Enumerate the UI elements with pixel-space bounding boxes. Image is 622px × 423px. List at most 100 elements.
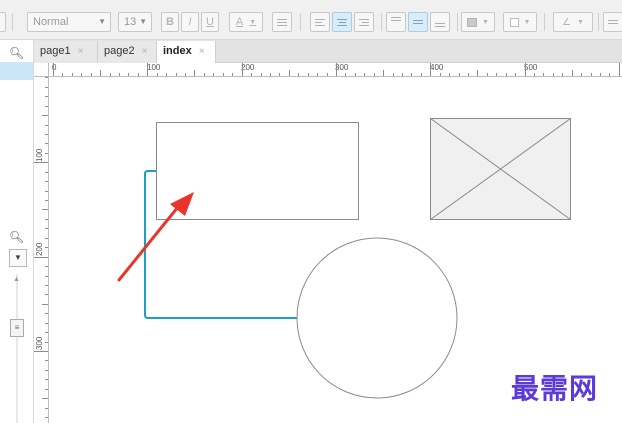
horizontal-ruler[interactable]: 0 100 200 300 400 500 xyxy=(34,63,622,77)
ruler-tick xyxy=(45,294,48,296)
ruler-tick xyxy=(232,73,234,76)
ruler-tick xyxy=(45,181,48,183)
font-color-button[interactable]: A ▼ xyxy=(229,12,263,32)
align-center-button[interactable] xyxy=(332,12,352,32)
ruler-tick xyxy=(119,73,120,76)
ruler-tick xyxy=(45,407,48,409)
search-icon[interactable]: 🔍︎ xyxy=(9,46,24,60)
bullet-list-button[interactable] xyxy=(272,12,292,32)
arrow-shaft xyxy=(117,200,184,282)
shadow-icon xyxy=(509,17,519,27)
tab-index[interactable]: index × xyxy=(156,41,216,64)
align-right-icon xyxy=(355,13,373,31)
ruler-tick xyxy=(317,73,318,76)
ruler-tick xyxy=(45,190,48,192)
valign-top-button[interactable] xyxy=(386,12,406,32)
ruler-tick xyxy=(137,73,139,76)
ruler-label: 200 xyxy=(241,63,255,72)
ruler-tick xyxy=(496,73,498,76)
underline-icon: U xyxy=(206,16,214,28)
ruler-tick xyxy=(345,73,347,76)
toolbar-leftmost-dropdown[interactable]: ▼ xyxy=(0,12,6,32)
bold-button[interactable]: B xyxy=(161,12,179,32)
toolbar-separator xyxy=(544,13,545,31)
ruler-tick xyxy=(45,218,48,220)
valign-bottom-button[interactable] xyxy=(430,12,450,32)
ruler-tick xyxy=(486,73,488,76)
vertical-ruler[interactable]: 100 200 300 xyxy=(34,77,49,423)
ruler-tick xyxy=(288,70,290,76)
chevron-down-icon: ▼ xyxy=(577,18,584,26)
zoom-slider-track[interactable] xyxy=(16,274,18,423)
ruler-tick xyxy=(45,360,48,362)
image-placeholder-shape[interactable] xyxy=(430,118,571,220)
ruler-tick xyxy=(392,73,394,76)
close-icon[interactable]: × xyxy=(142,46,148,57)
valign-middle-button[interactable] xyxy=(408,12,428,32)
italic-button[interactable]: I xyxy=(181,12,199,32)
font-style-select[interactable]: Normal ▼ xyxy=(27,12,111,32)
search-icon[interactable]: 🔍︎ xyxy=(9,230,24,244)
ruler-tick xyxy=(411,73,413,76)
shadow-button[interactable]: ▼ xyxy=(503,12,537,32)
ruler-tick xyxy=(45,379,48,381)
ruler-tick xyxy=(45,416,48,418)
bold-icon: B xyxy=(166,16,174,28)
panel-dropdown-button[interactable]: ▼ xyxy=(9,249,27,267)
ruler-tick xyxy=(571,70,573,76)
close-icon[interactable]: × xyxy=(199,46,205,57)
font-size-value: 13 xyxy=(124,16,137,28)
underline-button[interactable]: U xyxy=(201,12,219,32)
ruler-tick xyxy=(42,303,48,305)
ruler-label: 200 xyxy=(35,242,44,256)
align-left-button[interactable] xyxy=(310,12,330,32)
ruler-tick xyxy=(599,73,601,76)
fill-color-button[interactable]: ▼ xyxy=(461,12,495,32)
selected-panel-item[interactable] xyxy=(0,62,33,80)
zoom-slider-handle[interactable]: ≡ xyxy=(10,319,24,337)
tab-label: page2 xyxy=(104,45,135,57)
circle-shape[interactable] xyxy=(296,237,458,399)
watermark-logo: 最需网 xyxy=(511,372,599,405)
ruler-tick xyxy=(45,341,48,343)
align-center-icon xyxy=(333,13,351,31)
font-size-select[interactable]: 13 ▼ xyxy=(118,12,152,32)
ruler-tick xyxy=(45,124,48,126)
line-color-button[interactable]: ∠ ▼ xyxy=(553,12,593,32)
left-panel: 🔍︎ 🔍︎ ▼ ▲ ≡ xyxy=(0,40,34,423)
tab-page1[interactable]: page1 × xyxy=(34,41,98,63)
ruler-tick xyxy=(430,63,432,76)
ruler-tick xyxy=(45,313,48,315)
ruler-tick xyxy=(524,63,526,76)
ruler-tick xyxy=(71,73,73,76)
ruler-tick xyxy=(45,266,48,267)
ruler-corner xyxy=(34,63,49,77)
ruler-label: 500 xyxy=(524,63,538,72)
valign-bottom-icon xyxy=(431,13,449,31)
grip-icon: ≡ xyxy=(14,323,20,332)
close-icon[interactable]: × xyxy=(78,46,84,57)
ruler-tick xyxy=(401,73,403,76)
line-style-icon xyxy=(604,13,622,31)
chevron-up-icon[interactable]: ▲ xyxy=(13,276,20,283)
ruler-tick xyxy=(34,350,48,352)
chevron-down-icon: ▼ xyxy=(482,18,489,26)
ruler-tick xyxy=(505,73,507,76)
pen-icon: ∠ xyxy=(562,16,572,28)
toolbar-separator xyxy=(12,13,13,31)
line-style-button[interactable] xyxy=(603,12,622,32)
align-right-button[interactable] xyxy=(354,12,374,32)
align-left-icon xyxy=(311,13,329,31)
chevron-down-icon: ▼ xyxy=(0,13,1,31)
ruler-label: 100 xyxy=(35,148,44,162)
tab-page2[interactable]: page2 × xyxy=(98,41,158,63)
ruler-tick xyxy=(194,70,196,76)
ruler-tick xyxy=(45,86,48,88)
ruler-tick xyxy=(45,143,48,145)
toolbar-separator xyxy=(457,13,458,31)
ruler-tick xyxy=(45,228,48,230)
ruler-tick xyxy=(81,73,83,76)
ruler-tick xyxy=(45,237,48,239)
ruler-tick xyxy=(279,73,281,76)
ruler-tick xyxy=(100,70,102,76)
